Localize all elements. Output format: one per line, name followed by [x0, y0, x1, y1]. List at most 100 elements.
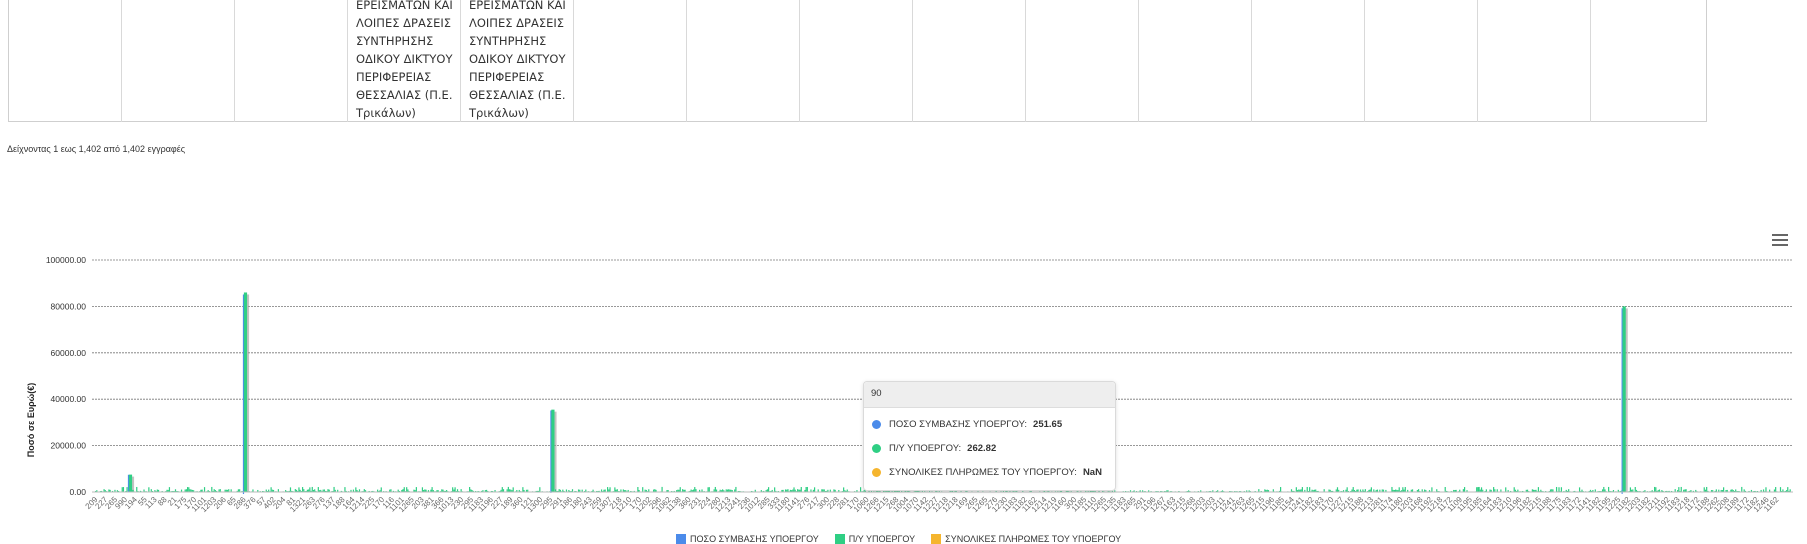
bar[interactable] — [1301, 487, 1303, 492]
bar[interactable] — [1493, 487, 1495, 492]
bar[interactable] — [805, 487, 807, 492]
bar[interactable] — [203, 487, 206, 492]
bar[interactable] — [661, 486, 663, 492]
bar[interactable] — [311, 486, 313, 492]
bar[interactable] — [1629, 487, 1632, 492]
bar[interactable] — [355, 487, 357, 492]
bar[interactable] — [186, 487, 189, 492]
bar[interactable] — [1480, 487, 1483, 492]
bar[interactable] — [136, 486, 138, 492]
bar[interactable] — [431, 487, 433, 492]
bar[interactable] — [806, 486, 808, 492]
hamburger-menu-icon[interactable] — [1772, 234, 1788, 248]
bar[interactable] — [1295, 487, 1297, 492]
bar[interactable] — [1477, 487, 1479, 492]
bar[interactable] — [1431, 487, 1433, 492]
bar[interactable] — [406, 487, 408, 492]
bar[interactable] — [1703, 487, 1705, 492]
bar[interactable] — [126, 487, 128, 492]
bar[interactable] — [122, 487, 125, 492]
bar[interactable] — [1279, 487, 1282, 492]
bar[interactable] — [1775, 487, 1777, 492]
bar[interactable] — [1578, 487, 1581, 492]
bar[interactable] — [1309, 487, 1311, 492]
bar[interactable] — [1513, 487, 1515, 492]
bar[interactable] — [452, 487, 454, 492]
bar[interactable] — [800, 487, 802, 492]
bar[interactable] — [1678, 487, 1680, 492]
bar[interactable] — [637, 487, 639, 492]
bar[interactable] — [1723, 487, 1725, 492]
bar[interactable] — [1654, 486, 1656, 492]
bar[interactable] — [859, 487, 862, 492]
bar[interactable] — [1765, 487, 1767, 492]
bar[interactable] — [309, 487, 311, 492]
bar[interactable] — [1444, 486, 1446, 492]
bar[interactable] — [301, 487, 304, 492]
bar[interactable] — [539, 487, 541, 492]
bar[interactable] — [289, 487, 292, 492]
bar[interactable] — [1655, 487, 1657, 492]
bar[interactable] — [551, 409, 555, 492]
bar[interactable] — [1622, 306, 1626, 492]
bar[interactable] — [121, 487, 123, 492]
bar[interactable] — [1560, 487, 1563, 492]
bar[interactable] — [694, 487, 696, 492]
bar[interactable] — [708, 487, 710, 492]
bar[interactable] — [607, 487, 609, 492]
bar[interactable] — [679, 487, 681, 492]
bar[interactable] — [1478, 486, 1480, 492]
bar[interactable] — [1352, 487, 1354, 492]
bar[interactable] — [793, 487, 795, 492]
bar[interactable] — [1537, 487, 1540, 492]
bar[interactable] — [507, 486, 509, 492]
bar[interactable] — [421, 487, 424, 492]
legend-item[interactable]: ΠΟΣΟ ΣΥΜΒΑΣΗΣ ΥΠΟΕΡΓΟΥ — [676, 534, 819, 544]
bar[interactable] — [317, 487, 319, 492]
bar[interactable] — [1370, 487, 1372, 492]
bar[interactable] — [707, 487, 709, 492]
bar[interactable] — [843, 487, 845, 492]
bar[interactable] — [1555, 486, 1558, 492]
bar[interactable] — [333, 486, 335, 492]
bar[interactable] — [415, 487, 417, 492]
bar[interactable] — [1558, 487, 1560, 492]
bar[interactable] — [211, 486, 213, 492]
bar[interactable] — [609, 487, 611, 492]
bar[interactable] — [1706, 486, 1708, 492]
bar[interactable] — [813, 487, 816, 492]
bar[interactable] — [168, 487, 171, 492]
bar[interactable] — [1680, 486, 1682, 492]
bar[interactable] — [735, 486, 737, 492]
legend-item[interactable]: Π/Υ ΥΠΟΕΡΓΟΥ — [834, 534, 915, 544]
bar[interactable] — [469, 487, 471, 492]
bar[interactable] — [344, 487, 346, 492]
bar[interactable] — [1306, 486, 1308, 492]
bar[interactable] — [1346, 487, 1348, 492]
bar[interactable] — [403, 487, 405, 492]
bar[interactable] — [148, 487, 150, 492]
bar[interactable] — [1476, 487, 1478, 492]
bar[interactable] — [1404, 487, 1406, 492]
bar[interactable] — [642, 487, 644, 492]
bar[interactable] — [1779, 487, 1782, 492]
bar[interactable] — [714, 486, 716, 492]
bar[interactable] — [243, 292, 248, 492]
legend-item[interactable]: ΣΥΝΟΛΙΚΕΣ ΠΛΗΡΩΜΕΣ ΤΟΥ ΥΠΟΕΡΓΟΥ — [931, 534, 1121, 544]
bar[interactable] — [1398, 487, 1400, 492]
bar[interactable] — [774, 487, 776, 492]
bar[interactable] — [522, 487, 524, 492]
bar[interactable] — [1336, 487, 1339, 492]
bar[interactable] — [614, 487, 616, 492]
bar[interactable] — [1391, 486, 1393, 492]
bar[interactable] — [454, 487, 456, 492]
bar[interactable] — [1741, 486, 1743, 492]
bar[interactable] — [128, 474, 133, 492]
bar[interactable] — [767, 487, 770, 492]
bar[interactable] — [298, 487, 300, 492]
bar[interactable] — [380, 487, 382, 492]
bar[interactable] — [1603, 486, 1605, 492]
bar[interactable] — [1402, 487, 1404, 492]
bar[interactable] — [1634, 487, 1636, 492]
bar[interactable] — [188, 487, 190, 492]
